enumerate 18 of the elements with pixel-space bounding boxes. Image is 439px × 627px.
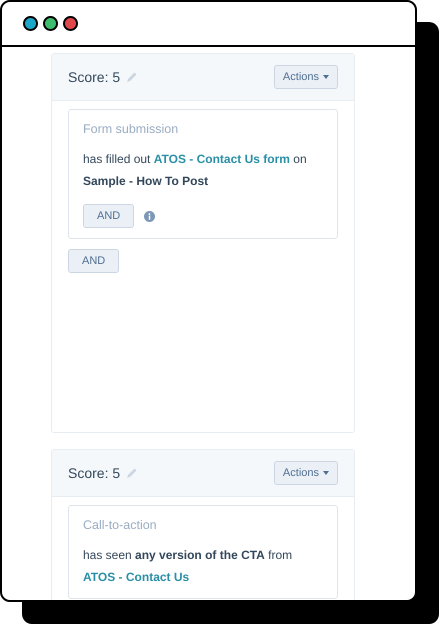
score-label: Score: 5 [68,465,120,481]
caret-icon [323,471,329,475]
criteria-type: Form submission [83,122,178,136]
actions-button[interactable]: Actions [274,461,338,485]
info-icon[interactable] [144,210,156,222]
criteria-type: Call-to-action [83,518,157,532]
and-button[interactable]: AND [68,249,120,273]
window-dot[interactable] [43,16,58,31]
and-button[interactable]: AND [83,204,134,228]
criteria-description: has seen any version of the CTA from ATOS - Contact Us [83,547,294,586]
window-dot[interactable] [63,16,78,31]
caret-icon [323,75,329,79]
score-label: Score: 5 [68,69,120,85]
criteria-description: has filled out ATOS - Contact Us form on Sample - How To Post [83,151,308,190]
actions-button[interactable]: Actions [274,65,338,89]
window-dot[interactable] [23,16,38,31]
form-link[interactable]: ATOS - Contact Us form [154,152,290,166]
form-link[interactable]: ATOS - Contact Us [83,570,190,584]
